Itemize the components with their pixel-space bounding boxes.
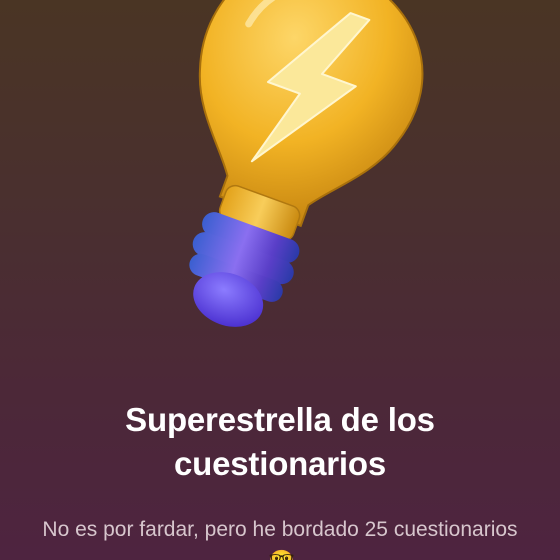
achievement-title: Superestrella de los cuestionarios [125, 401, 435, 482]
nerd-face-emoji-icon: 🤓 [269, 546, 295, 560]
achievement-message: No es por fardar, pero he bordado 25 cue… [40, 514, 520, 560]
achievement-message-text: No es por fardar, pero he bordado 25 cue… [42, 518, 518, 541]
lightbulb-lightning-icon [189, 0, 424, 327]
